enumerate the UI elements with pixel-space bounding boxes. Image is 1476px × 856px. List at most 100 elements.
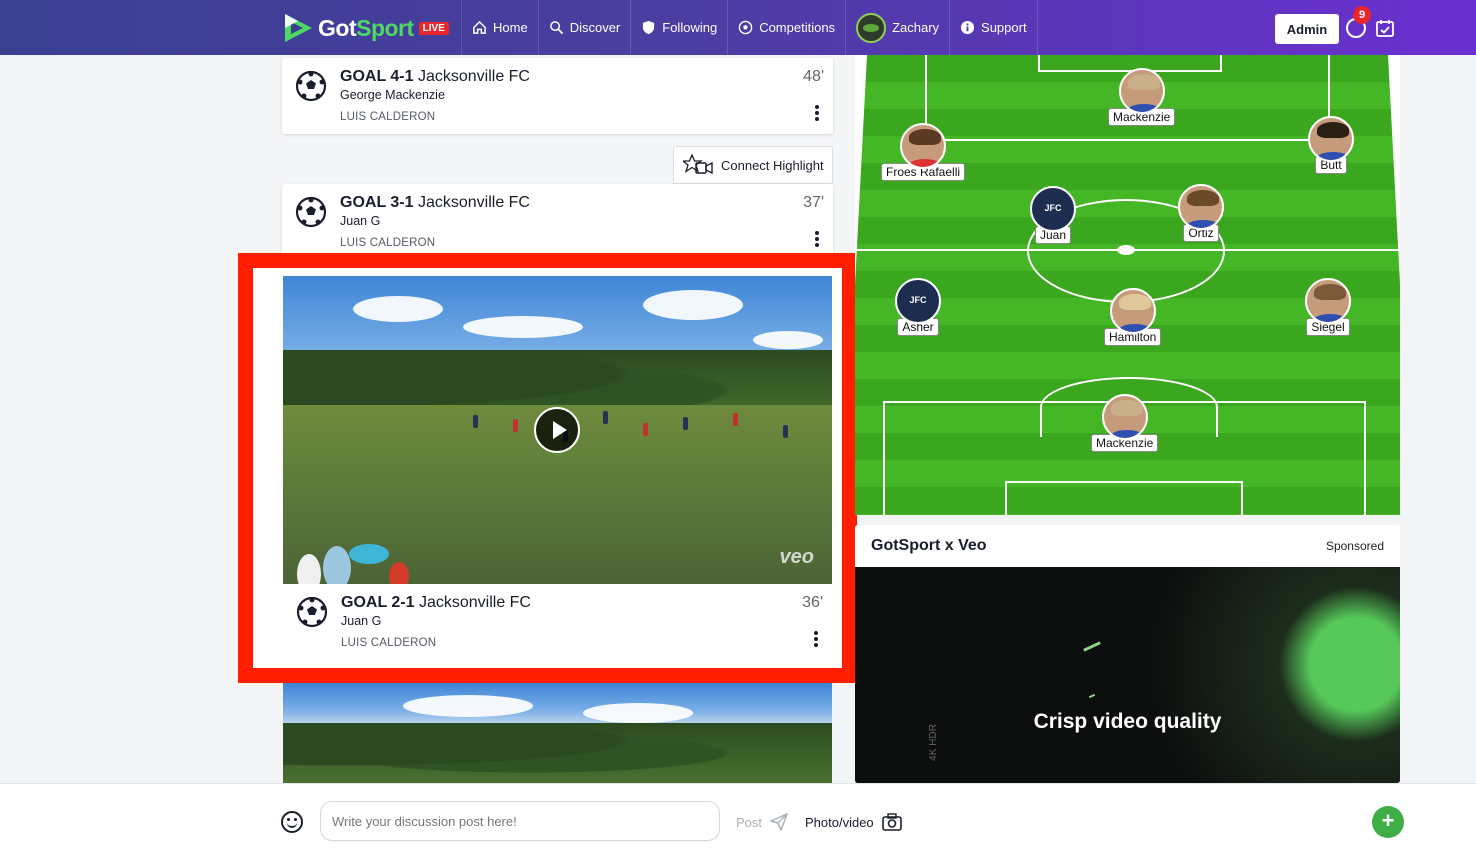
spectators — [297, 544, 409, 584]
nav-item-profile[interactable]: Zachary — [845, 0, 949, 55]
add-button[interactable]: + — [1372, 806, 1404, 838]
nav-item-support[interactable]: Support — [949, 0, 1038, 55]
calendar-icon[interactable] — [1375, 18, 1395, 38]
player-photo — [1305, 278, 1351, 324]
goal-credit: LUIS CALDERON — [340, 237, 436, 249]
nav-item-competitions[interactable]: Competitions — [727, 0, 845, 55]
post-button[interactable]: Post — [736, 813, 789, 831]
soccer-ball-icon — [295, 70, 327, 102]
soccer-ball-icon — [738, 20, 753, 35]
nav-item-home[interactable]: Home — [461, 0, 538, 55]
admin-button[interactable]: Admin — [1275, 14, 1339, 44]
send-icon — [770, 813, 789, 831]
sponsored-title: GotSport x Veo — [871, 537, 987, 554]
pitch-edge — [1388, 55, 1400, 515]
cloud — [353, 296, 443, 322]
player-figure — [683, 417, 688, 431]
player-figure — [603, 411, 608, 425]
gotsport-live-logo[interactable]: GotSport LIVE — [282, 12, 449, 44]
club-crest-icon — [895, 278, 941, 324]
nav-item-discover[interactable]: Discover — [537, 0, 631, 55]
play-logo-icon — [285, 14, 312, 42]
goal-credit: LUIS CALDERON — [340, 111, 436, 123]
cloud — [643, 290, 743, 320]
player-photo — [1101, 394, 1148, 440]
connect-highlight-button[interactable]: Connect Highlight — [673, 146, 833, 184]
nav-item-label: Competitions — [759, 20, 836, 35]
lineup-player[interactable]: Juan — [1030, 186, 1076, 244]
goal-video[interactable]: veo — [283, 276, 832, 584]
player-figure — [513, 419, 518, 433]
more-options-icon[interactable] — [811, 231, 823, 249]
goal-title: GOAL 4-1 Jacksonville FC — [340, 68, 530, 85]
goal-scorer: George Mackenzie — [340, 88, 445, 102]
search-icon — [549, 21, 563, 35]
club-crest-icon — [1030, 186, 1076, 232]
center-spot — [1117, 245, 1135, 255]
lineup-player[interactable]: Froes Rafaelli — [881, 123, 966, 181]
shield-icon — [643, 20, 655, 35]
nav-item-label: Support — [981, 20, 1027, 35]
more-options-icon[interactable] — [811, 105, 823, 123]
goal-title: GOAL 2-1 Jacksonville FC — [341, 594, 531, 611]
light-streak — [1088, 693, 1096, 699]
lineup-player[interactable]: Asher — [895, 278, 941, 336]
connect-highlight-label: Connect Highlight — [721, 157, 824, 173]
goal-minute: 36' — [802, 594, 823, 611]
goal-area-bottom — [1005, 481, 1243, 515]
lineup-player[interactable]: Mackenzie — [1091, 394, 1159, 452]
cloud — [583, 703, 693, 723]
lineup-player[interactable]: Hamilton — [1104, 288, 1162, 346]
goal-card[interactable]: veo GOAL 2-1 Jacksonville FC Juan G LUIS… — [283, 276, 832, 660]
home-icon — [473, 20, 486, 34]
goal-scorer: Juan G — [341, 614, 382, 628]
player-photo — [900, 123, 947, 169]
nav-item-label: Discover — [569, 20, 621, 35]
emoji-icon[interactable] — [281, 811, 303, 833]
veo-watermark: veo — [779, 546, 814, 568]
nav-item-label: Following — [662, 20, 718, 35]
discussion-composer: Post Photo/video + — [0, 783, 1476, 856]
player-figure — [733, 413, 738, 427]
soccer-ball-icon — [295, 196, 327, 228]
sponsored-video[interactable]: 4K HDR — [855, 567, 1400, 783]
goal-card[interactable]: GOAL 4-1 Jacksonville FC George Mackenzi… — [282, 58, 833, 134]
goal-minute: 48' — [803, 68, 824, 85]
goal-card[interactable]: GOAL 3-1 Jacksonville FC Juan G LUIS CAL… — [282, 184, 833, 260]
camera-icon — [881, 813, 902, 831]
player-figure — [473, 415, 478, 429]
player-photo — [1178, 184, 1224, 230]
goal-credit: LUIS CALDERON — [341, 637, 437, 649]
avatar — [856, 12, 887, 43]
player-figure — [783, 425, 788, 439]
discussion-input[interactable] — [320, 801, 720, 841]
lineup-pitch: Mackenzie Froes Rafaelli Butt Juan Ortiz… — [855, 55, 1400, 515]
pitch-edge — [855, 55, 867, 515]
video-sky — [283, 683, 832, 728]
cloud — [753, 331, 823, 349]
highlighted-goal-card: veo GOAL 2-1 Jacksonville FC Juan G LUIS… — [238, 253, 857, 683]
live-badge: LIVE — [418, 21, 449, 35]
sponsored-header: GotSport x Veo Sponsored — [855, 525, 1400, 567]
player-photo — [1308, 116, 1354, 162]
nav-item-following[interactable]: Following — [630, 0, 727, 55]
goal-minute: 37' — [803, 194, 824, 211]
video-trees — [283, 723, 832, 783]
sponsored-card[interactable]: GotSport x Veo Sponsored 4K HDR Crisp vi… — [855, 525, 1400, 783]
player-photo — [1118, 68, 1165, 114]
lineup-player[interactable]: Mackenzie — [1108, 68, 1176, 126]
lineup-player[interactable]: Butt — [1308, 116, 1354, 174]
player-photo — [1109, 288, 1156, 334]
nav-item-label: Home — [493, 20, 528, 35]
more-options-icon[interactable] — [810, 631, 822, 649]
logo-text: GotSport — [318, 14, 414, 41]
play-button[interactable] — [534, 407, 580, 453]
video-star-icon — [683, 154, 713, 175]
nav-menu: Home Discover Following Competitions Zac… — [461, 0, 1038, 55]
lineup-player[interactable]: Siegel — [1305, 278, 1351, 336]
player-figure — [643, 423, 648, 437]
next-goal-video[interactable] — [283, 683, 832, 783]
lineup-player[interactable]: Ortiz — [1178, 184, 1224, 242]
photo-video-button[interactable]: Photo/video — [805, 813, 902, 831]
photo-video-label: Photo/video — [805, 814, 874, 830]
